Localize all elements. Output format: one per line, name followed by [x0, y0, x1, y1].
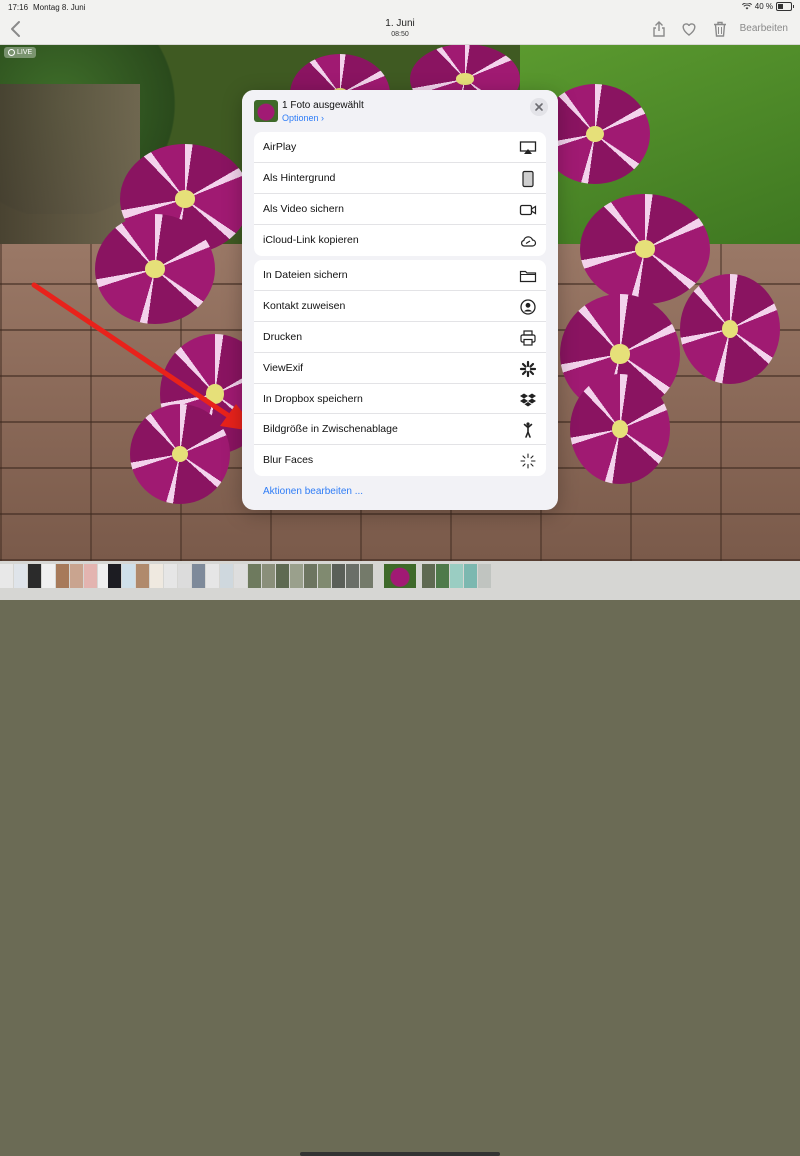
action-save-video[interactable]: Als Video sichern	[254, 194, 546, 225]
action-label: Als Hintergrund	[263, 171, 336, 184]
status-time: 17:16	[8, 3, 29, 12]
action-print[interactable]: Drucken	[254, 322, 546, 353]
filmstrip-thumbnail[interactable]	[422, 564, 435, 588]
heart-icon[interactable]	[680, 20, 698, 38]
filmstrip-thumbnail[interactable]	[220, 564, 233, 588]
share-sheet-header: 1 Foto ausgewählt Optionen ›	[242, 90, 558, 134]
filmstrip-thumbnail[interactable]	[346, 564, 359, 588]
action-label: Kontakt zuweisen	[263, 299, 346, 312]
filmstrip-thumbnail[interactable]	[450, 564, 463, 588]
thumbnail-filmstrip[interactable]	[0, 561, 800, 1156]
filmstrip-thumbnail-selected[interactable]	[384, 564, 416, 588]
filmstrip-thumbnail[interactable]	[304, 564, 317, 588]
filmstrip-thumbnail[interactable]	[318, 564, 331, 588]
viewexif-icon	[519, 360, 537, 377]
nav-bar: 1. Juni 08:50 Bearbeiten	[0, 14, 800, 45]
filmstrip-thumbnail[interactable]	[276, 564, 289, 588]
status-bar: 17:16 Montag 8. Juni 40 %	[0, 0, 800, 14]
battery-icon	[776, 2, 794, 11]
action-label: Drucken	[263, 330, 303, 343]
status-date: Montag 8. Juni	[33, 3, 86, 12]
share-sheet-title: 1 Foto ausgewählt	[282, 100, 364, 111]
action-save-to-files[interactable]: In Dateien sichern	[254, 260, 546, 291]
filmstrip-thumbnail[interactable]	[14, 564, 27, 588]
filmstrip-thumbnail[interactable]	[464, 564, 477, 588]
action-label: Bildgröße in Zwischenablage	[263, 423, 398, 436]
filmstrip-thumbnail[interactable]	[122, 564, 135, 588]
action-wallpaper[interactable]: Als Hintergrund	[254, 163, 546, 194]
filmstrip-thumbnail[interactable]	[192, 564, 205, 588]
chevron-right-icon: ›	[321, 113, 325, 123]
battery-percent: 40 %	[754, 2, 773, 11]
printer-icon	[520, 330, 536, 346]
filmstrip-thumbnail[interactable]	[150, 564, 163, 588]
filmstrip-thumbnail[interactable]	[56, 564, 69, 588]
action-label: In Dateien sichern	[263, 269, 348, 281]
action-airplay[interactable]: AirPlay	[254, 132, 546, 163]
filmstrip-thumbnail[interactable]	[164, 564, 177, 588]
filmstrip-thumbnail[interactable]	[206, 564, 219, 588]
dropbox-icon	[520, 393, 536, 407]
video-icon	[519, 204, 537, 215]
filmstrip-thumbnail[interactable]	[360, 564, 373, 588]
contact-icon	[520, 299, 536, 315]
filmstrip-thumbnail[interactable]	[0, 564, 13, 588]
action-group-2: In Dateien sichern Kontakt zuweisen Druc…	[254, 260, 546, 477]
filmstrip-thumbnail[interactable]	[42, 564, 55, 588]
shortcut-figure-icon	[523, 422, 533, 439]
sparkle-icon	[520, 453, 536, 469]
options-label: Optionen	[282, 113, 319, 123]
selected-photo-thumbnail	[254, 100, 278, 122]
filmstrip-thumbnail[interactable]	[234, 564, 247, 588]
action-group-1: AirPlay Als Hintergrund Als Video sicher…	[254, 132, 546, 256]
share-icon[interactable]	[650, 20, 668, 38]
action-icloud-link[interactable]: iCloud-Link kopieren	[254, 225, 546, 256]
filmstrip-thumbnail[interactable]	[28, 564, 41, 588]
options-link[interactable]: Optionen ›	[282, 113, 324, 123]
wifi-icon	[741, 3, 752, 10]
action-label: ViewExif	[263, 361, 304, 374]
filmstrip-thumbnail[interactable]	[478, 564, 491, 588]
live-label: LIVE	[17, 49, 33, 56]
filmstrip-thumbnail[interactable]	[136, 564, 149, 588]
action-label: Als Video sichern	[263, 202, 344, 215]
filmstrip-thumbnail[interactable]	[70, 564, 83, 588]
filmstrip-thumbnail[interactable]	[332, 564, 345, 588]
airplay-icon	[519, 141, 537, 154]
folder-icon	[519, 270, 537, 283]
action-label: AirPlay	[263, 141, 297, 153]
filmstrip-thumbnail[interactable]	[108, 564, 121, 588]
filmstrip-thumbnail[interactable]	[262, 564, 275, 588]
filmstrip-thumbnail[interactable]	[84, 564, 97, 588]
edit-button[interactable]: Bearbeiten	[740, 23, 788, 34]
filmstrip-thumbnail[interactable]	[248, 564, 261, 588]
action-save-dropbox[interactable]: In Dropbox speichern	[254, 384, 546, 415]
live-badge: LIVE	[4, 47, 37, 58]
close-icon[interactable]	[530, 98, 548, 116]
edit-actions-link[interactable]: Aktionen bearbeiten ...	[263, 486, 363, 497]
trash-icon[interactable]	[711, 20, 729, 38]
share-sheet: 1 Foto ausgewählt Optionen › AirPlay Als…	[242, 90, 558, 510]
action-label: iCloud-Link kopieren	[263, 233, 359, 246]
wallpaper-icon	[522, 170, 534, 187]
action-blur-faces[interactable]: Blur Faces	[254, 445, 546, 476]
filmstrip-thumbnail[interactable]	[290, 564, 303, 588]
live-icon	[8, 49, 15, 56]
filmstrip-thumbnail[interactable]	[436, 564, 449, 588]
filmstrip-thumbnail[interactable]	[178, 564, 191, 588]
action-image-size-clipboard[interactable]: Bildgröße in Zwischenablage	[254, 414, 546, 446]
home-indicator[interactable]	[300, 1152, 500, 1156]
action-label: In Dropbox speichern	[263, 392, 363, 405]
action-viewexif[interactable]: ViewExif	[254, 353, 546, 384]
action-assign-contact[interactable]: Kontakt zuweisen	[254, 291, 546, 322]
icloud-link-icon	[521, 235, 537, 247]
action-label: Blur Faces	[263, 454, 314, 467]
